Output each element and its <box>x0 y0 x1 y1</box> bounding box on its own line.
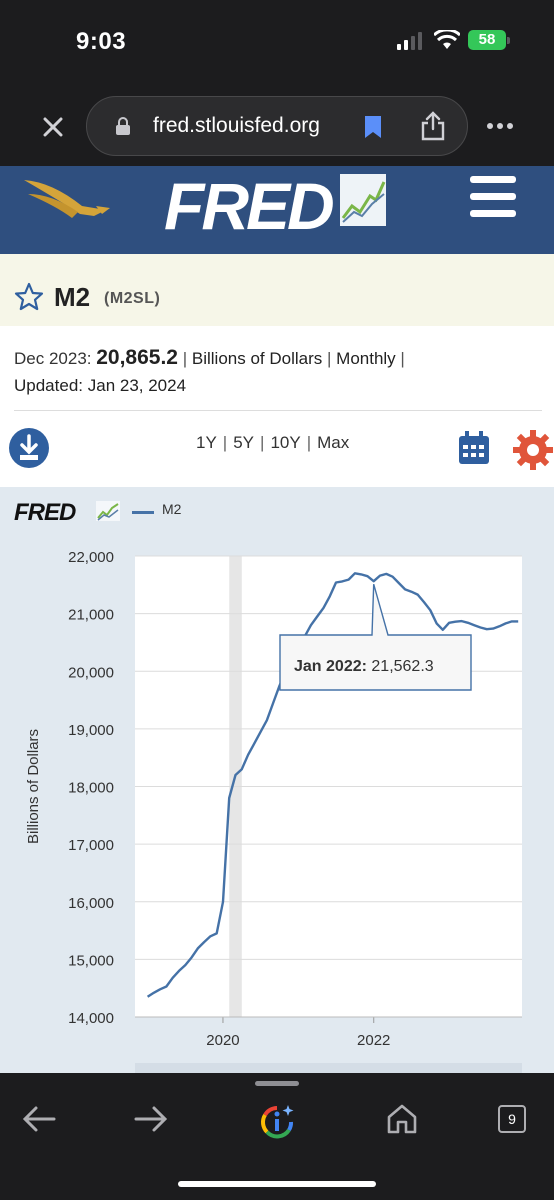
updated-date: Jan 23, 2024 <box>87 376 187 395</box>
y-tick-label: 21,000 <box>68 607 114 624</box>
lock-icon <box>116 117 130 135</box>
separator: | <box>306 433 312 452</box>
series-title: M2 <box>54 282 91 312</box>
url-text: fred.stlouisfed.org <box>153 114 320 137</box>
browser-toolbar: fred.stlouisfed.org <box>0 88 554 166</box>
separator: | <box>182 349 188 368</box>
battery-cap <box>507 37 510 44</box>
tab-count-button[interactable]: 9 <box>498 1105 526 1133</box>
battery-icon: 58 <box>468 30 506 50</box>
latest-date: Dec 2023: <box>14 349 92 368</box>
status-bar: 9:03 58 <box>0 0 554 88</box>
fred-graph-logo-icon <box>340 174 386 226</box>
address-bar[interactable]: fred.stlouisfed.org <box>86 96 468 156</box>
updated-label: Updated: <box>14 376 83 395</box>
share-icon[interactable] <box>421 111 445 141</box>
y-tick-label: 19,000 <box>68 722 114 739</box>
separator: | <box>222 433 228 452</box>
y-tick-label: 14,000 <box>68 1010 114 1027</box>
tooltip-date: Jan 2022: <box>294 658 371 675</box>
units: Billions of Dollars <box>191 349 323 368</box>
google-lens-icon[interactable] <box>258 1103 296 1141</box>
tooltip-value: 21,562.3 <box>371 658 433 675</box>
range-5y[interactable]: 5Y <box>233 433 254 452</box>
gear-icon[interactable] <box>512 429 554 471</box>
download-icon[interactable] <box>8 427 50 469</box>
chart-toolbar: 1Y | 5Y | 10Y | Max <box>0 411 554 487</box>
home-icon[interactable] <box>386 1103 418 1135</box>
y-tick-label: 22,000 <box>68 549 114 566</box>
series-title-bar: M2 (M2SL) <box>0 254 554 326</box>
clock: 9:03 <box>76 28 127 55</box>
star-icon[interactable] <box>14 282 44 312</box>
date-range-selector: 1Y | 5Y | 10Y | Max <box>196 433 349 453</box>
forward-arrow-icon[interactable] <box>134 1105 168 1133</box>
y-tick-label: 18,000 <box>68 780 114 797</box>
y-tick-label: 20,000 <box>68 664 114 681</box>
range-max[interactable]: Max <box>317 433 349 452</box>
range-10y[interactable]: 10Y <box>270 433 300 452</box>
home-indicator <box>178 1181 376 1187</box>
close-icon[interactable] <box>38 112 68 142</box>
cellular-signal-icon <box>397 32 422 50</box>
separator: | <box>260 433 265 452</box>
y-tick-label: 15,000 <box>68 952 114 969</box>
x-tick-label: 2020 <box>206 1032 239 1049</box>
x-tick-label: 2022 <box>357 1032 390 1049</box>
series-meta: Dec 2023: 20,865.2 | Billions of Dollars… <box>14 344 544 399</box>
series-id: (M2SL) <box>104 290 161 307</box>
separator: | <box>327 349 332 368</box>
browser-bottom-bar: 9 <box>0 1073 554 1200</box>
wifi-icon <box>434 30 460 49</box>
eagle-logo-icon[interactable] <box>22 172 114 228</box>
drag-handle[interactable] <box>255 1081 299 1086</box>
y-axis-label: Billions of Dollars <box>25 729 42 844</box>
range-1y[interactable]: 1Y <box>196 433 217 452</box>
calendar-icon[interactable] <box>458 431 490 465</box>
fred-logo[interactable]: FRED <box>164 168 335 244</box>
more-options-icon[interactable] <box>486 122 514 130</box>
y-tick-label: 16,000 <box>68 895 114 912</box>
menu-icon[interactable] <box>470 176 516 227</box>
y-tick-label: 17,000 <box>68 837 114 854</box>
site-header: FRED <box>0 166 554 254</box>
separator: | <box>400 349 405 368</box>
chart-container: FRED M2 22,000 21,000 20,000 19,000 18,000 17… <box>0 487 554 1073</box>
back-arrow-icon[interactable] <box>22 1105 56 1133</box>
tooltip-text: Jan 2022: 21,562.3 <box>294 658 434 675</box>
m2-line-chart[interactable]: 22,000 21,000 20,000 19,000 18,000 17,000 16,0… <box>0 487 554 1073</box>
navigator-strip <box>135 1063 522 1073</box>
bookmark-icon[interactable] <box>363 114 383 140</box>
frequency: Monthly <box>336 349 396 368</box>
latest-value: 20,865.2 <box>96 346 178 369</box>
